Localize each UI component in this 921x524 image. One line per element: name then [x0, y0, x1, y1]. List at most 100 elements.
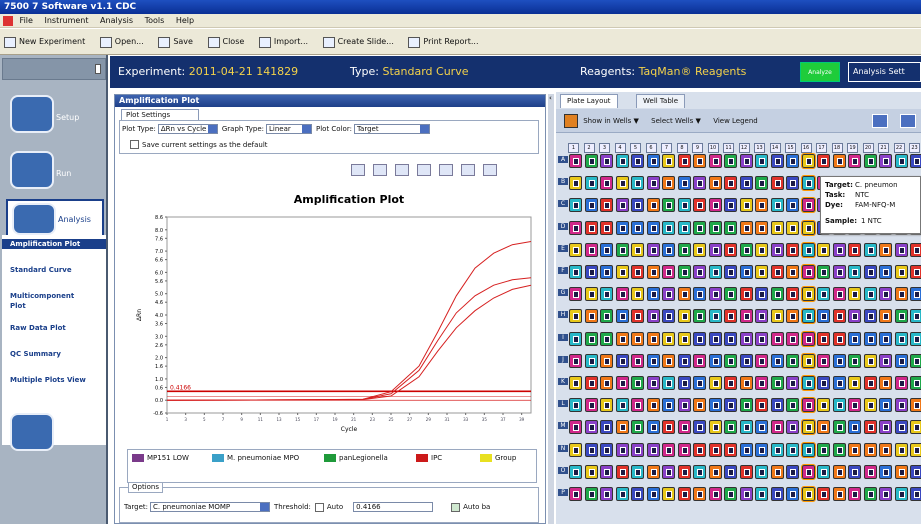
plate-well[interactable]: [863, 242, 877, 257]
plate-well[interactable]: [770, 331, 784, 346]
plate-well[interactable]: [615, 398, 629, 413]
close-button[interactable]: Close: [207, 29, 244, 55]
plate-well[interactable]: [584, 220, 598, 235]
print-report-button[interactable]: Print Report...: [408, 29, 479, 55]
plate-well[interactable]: [569, 353, 582, 368]
analysis-button[interactable]: Analysis: [6, 199, 104, 239]
row-header[interactable]: H: [558, 311, 568, 319]
plate-well[interactable]: [662, 464, 675, 479]
plate-well[interactable]: [894, 309, 908, 324]
plate-well[interactable]: [693, 198, 706, 213]
plate-well[interactable]: [677, 176, 691, 191]
plate-well[interactable]: [708, 220, 722, 235]
plate-well[interactable]: [615, 442, 629, 457]
plate-well[interactable]: [786, 487, 799, 501]
plate-well[interactable]: [569, 154, 582, 168]
plate-well[interactable]: [739, 353, 753, 368]
plate-well[interactable]: [615, 353, 629, 368]
plate-well[interactable]: [662, 176, 675, 191]
plate-well[interactable]: [817, 442, 830, 457]
menu-help[interactable]: Help: [176, 16, 194, 25]
plate-well[interactable]: [863, 398, 877, 413]
plate-well[interactable]: [848, 154, 861, 168]
analysis-settings-button[interactable]: Analysis Sett: [848, 62, 921, 82]
plate-well[interactable]: [739, 487, 753, 501]
plate-well[interactable]: [739, 265, 753, 279]
plate-well[interactable]: [600, 198, 613, 213]
plate-well[interactable]: [848, 420, 861, 435]
plate-well[interactable]: [786, 420, 799, 435]
column-header[interactable]: 3: [599, 143, 610, 153]
plate-well[interactable]: [879, 265, 892, 279]
plate-well[interactable]: [739, 176, 753, 191]
plate-well[interactable]: [894, 265, 908, 279]
auto-baseline-checkbox[interactable]: [451, 502, 461, 512]
plate-well[interactable]: [724, 398, 737, 413]
plate-well[interactable]: [569, 198, 582, 213]
menu-instrument[interactable]: Instrument: [44, 16, 88, 25]
plate-well[interactable]: [755, 353, 768, 368]
plate-well[interactable]: [693, 287, 706, 302]
plate-well[interactable]: [708, 420, 722, 435]
plate-well[interactable]: [677, 287, 691, 302]
plate-well[interactable]: [677, 331, 691, 346]
column-header[interactable]: 1: [568, 143, 579, 153]
plate-well[interactable]: [848, 353, 861, 368]
plate-well[interactable]: [910, 487, 921, 501]
plate-well[interactable]: [832, 398, 846, 413]
plate-well[interactable]: [646, 398, 660, 413]
plate-well[interactable]: [817, 420, 830, 435]
plate-well[interactable]: [894, 242, 908, 257]
plate-well[interactable]: [770, 420, 784, 435]
plate-well[interactable]: [800, 286, 816, 303]
plate-well[interactable]: [584, 398, 598, 413]
plate-well[interactable]: [832, 287, 846, 302]
plate-well[interactable]: [662, 265, 675, 279]
plate-well[interactable]: [584, 487, 598, 501]
select-wells-button[interactable]: Select Wells ▼: [651, 109, 701, 133]
plate-well[interactable]: [677, 398, 691, 413]
plate-well[interactable]: [739, 420, 753, 435]
plate-well[interactable]: [600, 464, 613, 479]
plate-well[interactable]: [708, 376, 722, 390]
new-experiment-button[interactable]: New Experiment: [4, 29, 85, 55]
plate-well[interactable]: [910, 242, 921, 257]
plate-well[interactable]: [569, 376, 582, 390]
plate-well[interactable]: [600, 154, 613, 168]
plate-well[interactable]: [724, 287, 737, 302]
plate-well[interactable]: [755, 398, 768, 413]
plate-well[interactable]: [863, 420, 877, 435]
link-amplification-plot[interactable]: Amplification Plot: [2, 239, 106, 249]
row-header[interactable]: D: [558, 222, 568, 230]
plate-well[interactable]: [584, 265, 598, 279]
plate-well[interactable]: [817, 309, 830, 324]
plate-well[interactable]: [848, 309, 861, 324]
plate-well[interactable]: [800, 264, 816, 280]
plate-well[interactable]: [770, 442, 784, 457]
plate-well[interactable]: [584, 442, 598, 457]
plate-well[interactable]: [800, 352, 816, 369]
plate-well[interactable]: [786, 464, 799, 479]
plate-well[interactable]: [615, 287, 629, 302]
palette-icon[interactable]: [461, 164, 475, 176]
plate-well[interactable]: [646, 420, 660, 435]
menu-tools[interactable]: Tools: [145, 16, 165, 25]
plate-well[interactable]: [646, 353, 660, 368]
plate-well[interactable]: [786, 154, 799, 168]
plate-well[interactable]: [724, 376, 737, 390]
export-button[interactable]: Export: [6, 407, 104, 457]
plate-well[interactable]: [600, 265, 613, 279]
plate-well[interactable]: [863, 287, 877, 302]
plate-well[interactable]: [739, 287, 753, 302]
plate-well[interactable]: [569, 464, 582, 479]
plate-well[interactable]: [817, 398, 830, 413]
plate-view-icon[interactable]: [872, 114, 888, 128]
plate-well[interactable]: [879, 420, 892, 435]
zoom-in-icon[interactable]: [351, 164, 365, 176]
plate-well[interactable]: [646, 309, 660, 324]
plate-well[interactable]: [708, 198, 722, 213]
plate-well[interactable]: [693, 220, 706, 235]
splitter[interactable]: ‹: [548, 94, 554, 524]
plate-well[interactable]: [894, 154, 908, 168]
column-header[interactable]: 23: [909, 143, 920, 153]
